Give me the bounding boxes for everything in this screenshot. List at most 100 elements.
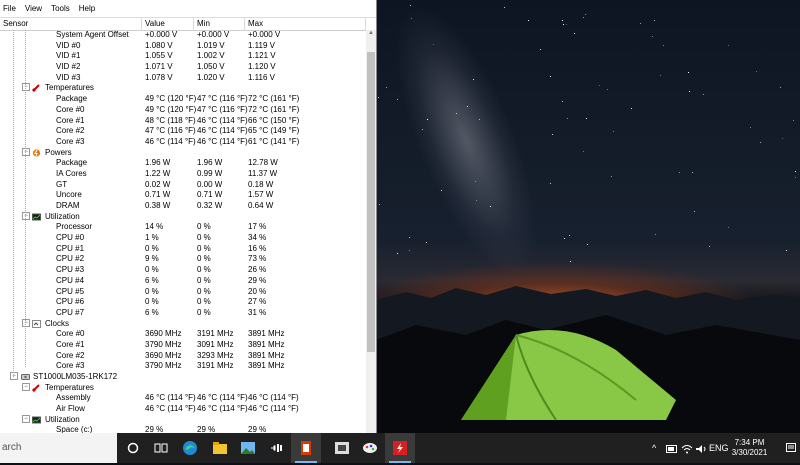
sensor-min: 46 °C (114 °F) [197, 404, 248, 414]
sensor-min: 0.32 W [197, 201, 223, 210]
file-explorer-icon[interactable] [205, 433, 235, 463]
column-sensor[interactable]: Sensor [0, 18, 142, 30]
sensor-name: ST1000LM035-1RK172 [33, 372, 118, 381]
search-box[interactable]: arch [0, 433, 117, 463]
battery-icon[interactable] [666, 433, 678, 463]
collapse-icon[interactable]: − [10, 372, 18, 380]
sensor-value: 1 % [145, 233, 159, 243]
sensor-row[interactable]: GT 0.02 W 0.00 W 0.18 W [0, 180, 366, 191]
sensor-group[interactable]: − Utilization [0, 211, 366, 223]
sensor-name: CPU #0 [56, 233, 85, 243]
menu-help[interactable]: Help [79, 4, 95, 13]
column-max[interactable]: Max [245, 18, 366, 30]
sensor-name: VID #0 [56, 40, 81, 50]
sensor-name: GT [56, 179, 68, 189]
hardware-node[interactable]: − ST1000LM035-1RK172 [0, 372, 366, 383]
sensor-max: 3891 MHz [248, 361, 285, 371]
sensor-max: 1.57 W [248, 190, 274, 200]
star [552, 134, 553, 135]
star [562, 20, 563, 21]
sensor-value: 3690 MHz [145, 350, 182, 360]
sensor-group[interactable]: − Clocks [0, 318, 366, 330]
sensor-row[interactable]: Core #1 48 °C (118 °F) 46 °C (114 °F) 66 °C… [0, 116, 366, 127]
sensor-row[interactable]: CPU #3 0 % 0 % 26 % [0, 265, 366, 276]
sensor-row[interactable]: Core #2 47 °C (116 °F) 46 °C (114 °F) 65 °C… [0, 126, 366, 137]
sensor-group[interactable]: − Temperatures [0, 382, 366, 394]
sensor-max: 12.78 W [248, 158, 278, 168]
sensor-group[interactable]: − Utilization [0, 414, 366, 426]
sensor-row[interactable]: Core #0 49 °C (120 °F) 47 °C (116 °F) 72 °C… [0, 105, 366, 116]
vertical-scrollbar[interactable]: ▲ [366, 30, 376, 433]
star [607, 89, 608, 90]
task-view-icon[interactable] [146, 433, 176, 463]
sensor-min: 1.019 V [197, 40, 225, 50]
sensor-row[interactable]: Space (c:) 29 % 29 % 29 % [0, 425, 366, 433]
sensor-row[interactable]: Air Flow 46 °C (114 °F) 46 °C (114 °F) 46 °… [0, 404, 366, 415]
sensor-row[interactable]: Core #3 3790 MHz 3191 MHz 3891 MHz [0, 361, 366, 372]
sensor-row[interactable]: Processor 14 % 0 % 17 % [0, 222, 366, 233]
sensor-row[interactable]: IA Cores 1.22 W 0.99 W 11.37 W [0, 169, 366, 180]
sensor-row[interactable]: CPU #5 0 % 0 % 20 % [0, 287, 366, 298]
sensor-group[interactable]: − Temperatures [0, 83, 366, 94]
clock[interactable]: 7:34 PM 3/30/2021 [722, 438, 777, 458]
sensor-row[interactable]: System Agent Offset +0.000 V +0.000 V +0.00… [0, 30, 366, 41]
sensor-row[interactable]: VID #0 1.080 V 1.019 V 1.119 V [0, 41, 366, 52]
column-value[interactable]: Value [142, 18, 194, 30]
remote-app-icon[interactable] [327, 433, 357, 463]
open-hardware-monitor-icon[interactable] [385, 433, 415, 463]
collapse-icon[interactable]: − [22, 83, 30, 92]
sensor-row[interactable]: CPU #6 0 % 0 % 27 % [0, 297, 366, 308]
paint-icon[interactable] [355, 433, 385, 463]
sensor-row[interactable]: Core #1 3790 MHz 3091 MHz 3891 MHz [0, 340, 366, 351]
sensor-row[interactable]: Assembly 46 °C (114 °F) 46 °C (114 °F) 46 °… [0, 393, 366, 404]
menu-tools[interactable]: Tools [51, 4, 70, 13]
sensor-row[interactable]: Core #0 3690 MHz 3191 MHz 3891 MHz [0, 329, 366, 340]
sensor-value: 47 °C (116 °F) [145, 126, 196, 136]
sensor-value: 46 °C (114 °F) [145, 404, 196, 414]
notification-icon[interactable] [782, 433, 800, 463]
sensor-row[interactable]: Core #2 3690 MHz 3293 MHz 3891 MHz [0, 351, 366, 362]
wifi-icon[interactable] [681, 433, 693, 463]
edge-icon[interactable] [175, 433, 205, 463]
sensor-row[interactable]: CPU #4 6 % 0 % 29 % [0, 276, 366, 287]
sensor-row[interactable]: CPU #0 1 % 0 % 34 % [0, 233, 366, 244]
sensor-row[interactable]: VID #2 1.071 V 1.050 V 1.120 V [0, 62, 366, 73]
show-hidden-icons-icon[interactable]: ^ [652, 433, 656, 463]
scroll-thumb[interactable] [367, 52, 375, 352]
collapse-icon[interactable]: − [22, 318, 30, 327]
sensor-max: 11.37 W [248, 168, 278, 178]
sensor-min: 0 % [197, 307, 211, 317]
sensor-row[interactable]: CPU #7 6 % 0 % 31 % [0, 308, 366, 319]
sensor-row[interactable]: Package 49 °C (120 °F) 47 °C (116 °F) 72 °C… [0, 94, 366, 105]
office-icon[interactable] [291, 433, 321, 463]
photos-icon[interactable] [233, 433, 263, 463]
sensor-value: 0.02 W [145, 179, 171, 189]
sensor-value: 3690 MHz [145, 329, 182, 339]
sensor-name: DRAM [56, 201, 80, 210]
collapse-icon[interactable]: − [22, 382, 30, 391]
star [409, 250, 410, 251]
sensor-name: Core #0 [56, 104, 85, 114]
scroll-up-icon[interactable]: ▲ [366, 30, 376, 39]
sensor-group[interactable]: − Powers [0, 147, 366, 159]
menu-file[interactable]: File [3, 4, 16, 13]
sensor-row[interactable]: CPU #1 0 % 0 % 16 % [0, 244, 366, 255]
sensor-row[interactable]: VID #3 1.078 V 1.020 V 1.116 V [0, 73, 366, 84]
sensor-tree[interactable]: System Agent Offset +0.000 V +0.000 V +0.00… [0, 30, 366, 433]
sensor-row[interactable]: Uncore 0.71 W 0.71 W 1.57 W [0, 190, 366, 201]
collapse-icon[interactable]: − [22, 211, 30, 220]
sensor-row[interactable]: DRAM 0.38 W 0.32 W 0.64 W [0, 201, 366, 212]
column-min[interactable]: Min [194, 18, 245, 30]
sensor-row[interactable]: VID #1 1.055 V 1.002 V 1.121 V [0, 51, 366, 62]
volume-icon[interactable] [695, 433, 707, 463]
sensor-value: 1.96 W [145, 158, 171, 168]
sensor-row[interactable]: CPU #2 9 % 0 % 73 % [0, 254, 366, 265]
collapse-icon[interactable]: − [22, 414, 30, 423]
star [652, 36, 653, 37]
sensor-row[interactable]: Core #3 46 °C (114 °F) 46 °C (114 °F) 61 °C… [0, 137, 366, 148]
sensor-row[interactable]: Package 1.96 W 1.96 W 12.78 W [0, 158, 366, 169]
cortana-icon[interactable] [118, 433, 148, 463]
media-player-icon[interactable] [262, 433, 292, 463]
collapse-icon[interactable]: − [22, 147, 30, 156]
menu-view[interactable]: View [25, 4, 42, 13]
